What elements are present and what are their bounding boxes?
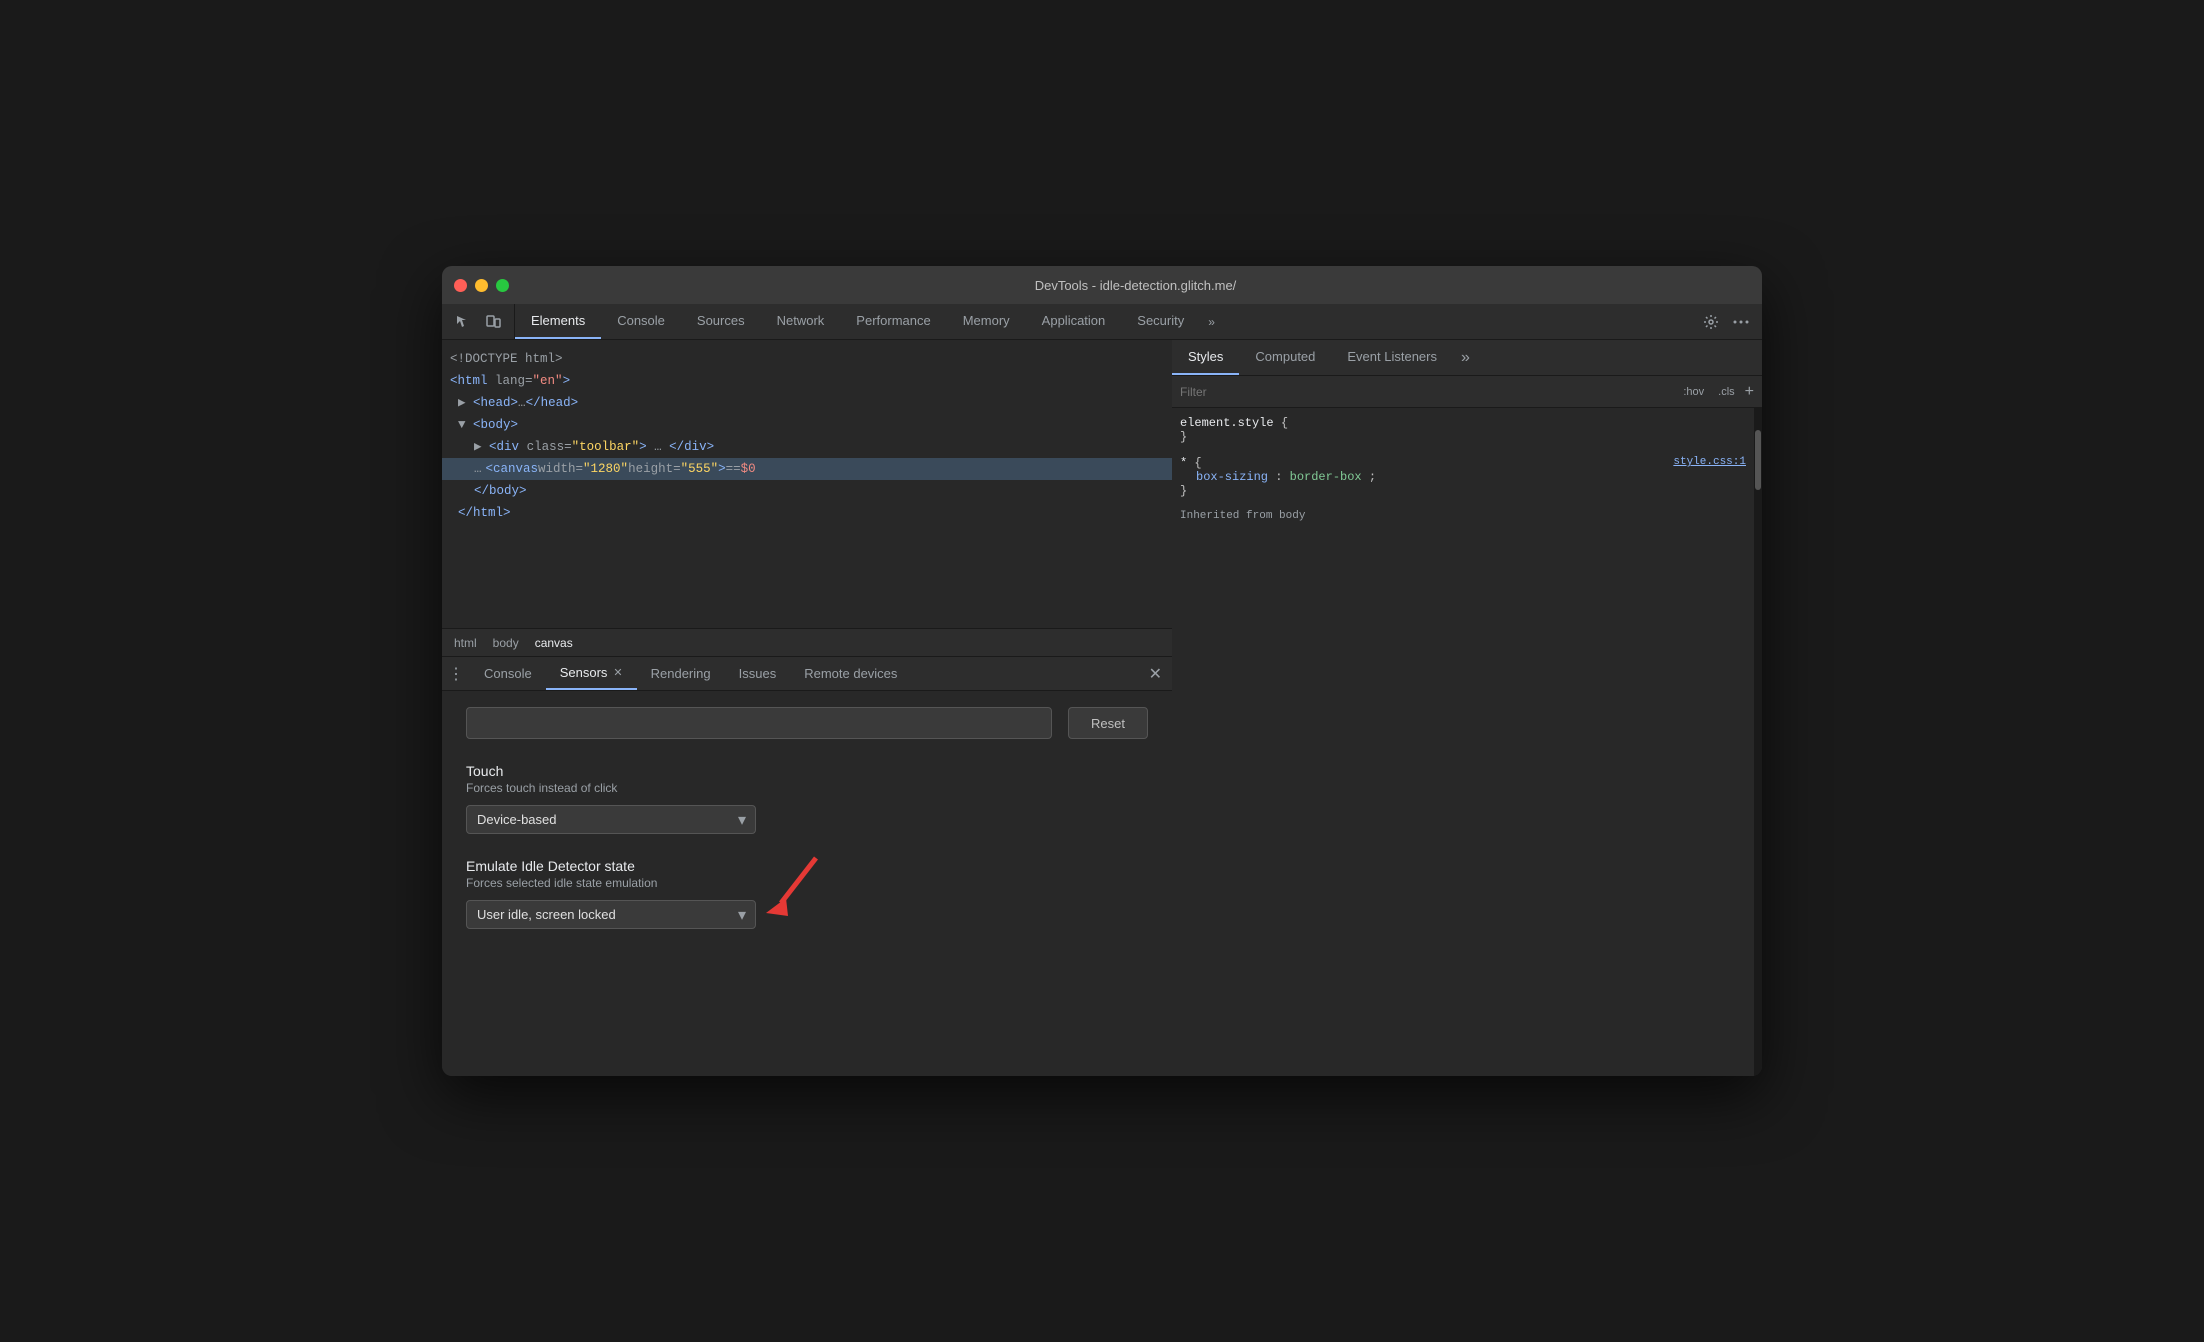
styles-scrollbar[interactable]	[1754, 408, 1762, 1076]
tab-remote-devices[interactable]: Remote devices	[790, 657, 911, 690]
css-prop-line: box-sizing : border-box ;	[1180, 470, 1746, 484]
tab-sources[interactable]: Sources	[681, 304, 761, 339]
tab-rendering[interactable]: Rendering	[637, 657, 725, 690]
idle-select-wrapper: No idle emulation User active, screen un…	[466, 900, 756, 929]
title-bar: DevTools - idle-detection.glitch.me/	[442, 266, 1762, 304]
reset-row: Reset	[466, 707, 1148, 739]
css-close-brace: }	[1180, 430, 1746, 444]
dom-line[interactable]: ▶ <head>…</head>	[442, 392, 1172, 414]
filter-bar: :hov .cls +	[1172, 376, 1762, 408]
tab-memory[interactable]: Memory	[947, 304, 1026, 339]
device-icon[interactable]	[480, 309, 506, 335]
dom-line[interactable]: </html>	[442, 502, 1172, 524]
hov-button[interactable]: :hov	[1679, 384, 1708, 400]
tab-bar-right	[1690, 304, 1762, 339]
tab-application[interactable]: Application	[1026, 304, 1122, 339]
css-close-brace-2: }	[1180, 484, 1746, 498]
tab-computed[interactable]: Computed	[1239, 340, 1331, 375]
css-block-star: * { style.css:1 box-sizing : border-box …	[1180, 456, 1746, 498]
dom-line[interactable]: </body>	[442, 480, 1172, 502]
inherited-label: Inherited from body	[1180, 510, 1746, 522]
doctype-text: <!DOCTYPE html>	[450, 352, 563, 366]
location-input[interactable]	[466, 707, 1052, 739]
settings-icon[interactable]	[1698, 309, 1724, 335]
css-star-selector-line: * { style.css:1	[1180, 456, 1746, 470]
idle-section: Emulate Idle Detector state Forces selec…	[466, 858, 1148, 929]
filter-input[interactable]	[1180, 385, 1671, 399]
minimize-button[interactable]	[475, 279, 488, 292]
styles-scrollbar-thumb[interactable]	[1755, 430, 1761, 490]
css-block-element-style: element.style { }	[1180, 416, 1746, 444]
breadcrumb-body[interactable]: body	[489, 634, 523, 652]
dom-line[interactable]: ▼ <body>	[442, 414, 1172, 436]
reset-button[interactable]: Reset	[1068, 707, 1148, 739]
breadcrumb: html body canvas	[442, 628, 1172, 656]
touch-select-wrapper: Device-based Force enabled Force disable…	[466, 805, 756, 834]
selected-dom-line[interactable]: … <canvas width="1280" height="555" > ==…	[442, 458, 1172, 480]
dom-panel: <!DOCTYPE html> <html lang="en"> ▶ <head…	[442, 340, 1172, 656]
tab-sensors[interactable]: Sensors ✕	[546, 657, 637, 690]
add-style-button[interactable]: +	[1745, 383, 1754, 401]
tab-issues[interactable]: Issues	[725, 657, 791, 690]
bottom-tab-bar: ⋮ Console Sensors ✕ Rendering Issues	[442, 657, 1172, 691]
more-options-icon[interactable]	[1728, 309, 1754, 335]
maximize-button[interactable]	[496, 279, 509, 292]
idle-desc: Forces selected idle state emulation	[466, 876, 1148, 890]
window-title: DevTools - idle-detection.glitch.me/	[521, 278, 1750, 293]
dom-line[interactable]: ▶ <div class="toolbar"> … </div>	[442, 436, 1172, 458]
main-tab-bar: Elements Console Sources Network Perform…	[442, 304, 1762, 340]
bottom-panel-close[interactable]: ✕	[1139, 657, 1172, 690]
inspect-icon[interactable]	[450, 309, 476, 335]
styles-tab-bar: Styles Computed Event Listeners »	[1172, 340, 1762, 376]
idle-select[interactable]: No idle emulation User active, screen un…	[466, 900, 756, 929]
touch-select[interactable]: Device-based Force enabled Force disable…	[466, 805, 756, 834]
cls-button[interactable]: .cls	[1714, 384, 1739, 400]
css-selector-line: element.style {	[1180, 416, 1746, 430]
tab-styles[interactable]: Styles	[1172, 340, 1239, 375]
tab-console-bottom[interactable]: Console	[470, 657, 546, 690]
touch-label: Touch	[466, 763, 1148, 779]
close-button[interactable]	[454, 279, 467, 292]
traffic-lights	[454, 279, 509, 292]
breadcrumb-html[interactable]: html	[450, 634, 481, 652]
dom-content: <!DOCTYPE html> <html lang="en"> ▶ <head…	[442, 340, 1172, 628]
toolbar-icons	[442, 304, 515, 339]
dom-line[interactable]: <html lang="en">	[442, 370, 1172, 392]
tab-performance[interactable]: Performance	[840, 304, 946, 339]
main-area: <!DOCTYPE html> <html lang="en"> ▶ <head…	[442, 340, 1762, 1076]
right-panel: Styles Computed Event Listeners » :hov .…	[1172, 340, 1762, 1076]
styles-more[interactable]: »	[1453, 340, 1478, 375]
left-column: <!DOCTYPE html> <html lang="en"> ▶ <head…	[442, 340, 1172, 1076]
tab-more[interactable]: »	[1200, 304, 1223, 339]
bottom-panel-menu[interactable]: ⋮	[442, 657, 470, 690]
sensors-content: Reset Touch Forces touch instead of clic…	[442, 691, 1172, 1076]
sensors-tab-close[interactable]: ✕	[613, 666, 622, 679]
styles-content: element.style { } * { style.css:1	[1172, 408, 1754, 1076]
tab-event-listeners[interactable]: Event Listeners	[1331, 340, 1453, 375]
css-source-link[interactable]: style.css:1	[1673, 456, 1746, 468]
tab-elements[interactable]: Elements	[515, 304, 601, 339]
touch-desc: Forces touch instead of click	[466, 781, 1148, 795]
html-tag: <html	[450, 374, 488, 388]
idle-label: Emulate Idle Detector state	[466, 858, 1148, 874]
dom-line: <!DOCTYPE html>	[442, 348, 1172, 370]
styles-area: element.style { } * { style.css:1	[1172, 408, 1762, 1076]
tab-security[interactable]: Security	[1121, 304, 1200, 339]
filter-actions: :hov .cls +	[1679, 383, 1754, 401]
breadcrumb-canvas[interactable]: canvas	[531, 634, 577, 652]
bottom-panel: ⋮ Console Sensors ✕ Rendering Issues	[442, 656, 1172, 1076]
touch-section: Touch Forces touch instead of click Devi…	[466, 763, 1148, 834]
tab-network[interactable]: Network	[761, 304, 841, 339]
tab-console[interactable]: Console	[601, 304, 681, 339]
devtools-window: DevTools - idle-detection.glitch.me/ Ele…	[442, 266, 1762, 1076]
